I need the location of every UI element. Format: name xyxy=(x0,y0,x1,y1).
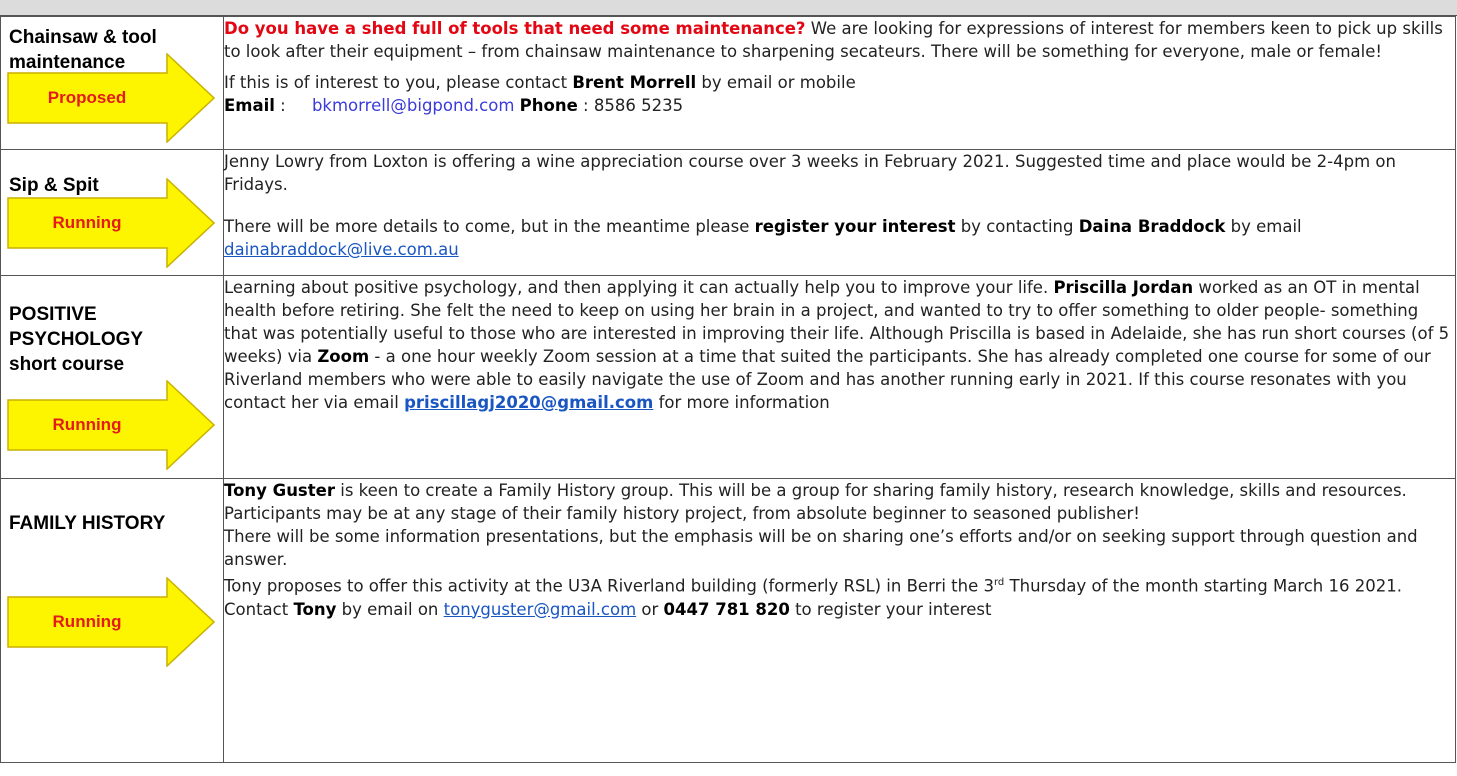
contact-paragraph: Tony proposes to offer this activity at … xyxy=(224,576,1402,619)
course-description-cell: Do you have a shed full of tools that ne… xyxy=(223,16,1456,150)
email-link[interactable]: dainabraddock@live.com.au xyxy=(224,240,459,259)
course-description-cell: Jenny Lowry from Loxton is offering a wi… xyxy=(223,149,1456,276)
email-link[interactable]: bkmorrell@bigpond.com xyxy=(312,96,514,115)
contact-details: Email : bkmorrell@bigpond.com Phone : 85… xyxy=(224,96,684,115)
table-row: FAMILY HISTORY Running Tony Guster is ke… xyxy=(0,478,1456,763)
email-link[interactable]: tonyguster@gmail.com xyxy=(444,600,637,619)
status-badge: Running xyxy=(52,612,122,631)
status-badge: Proposed xyxy=(47,88,127,107)
contact-name: Tony Guster xyxy=(224,481,335,500)
lead-question: Do you have a shed full of tools that ne… xyxy=(224,19,806,38)
top-header-strip xyxy=(0,0,1457,16)
course-title: POSITIVE PSYCHOLOGY short course xyxy=(9,304,144,375)
contact-name: Priscilla Jordan xyxy=(1053,278,1194,297)
email-link[interactable]: priscillagj2020@gmail.com xyxy=(404,393,653,412)
course-title-cell: POSITIVE PSYCHOLOGY short course Running xyxy=(0,275,224,479)
description-paragraph: There will be some information presentat… xyxy=(224,527,1418,569)
status-arrow: Running xyxy=(7,178,215,268)
course-title: FAMILY HISTORY xyxy=(9,513,166,534)
status-arrow: Running xyxy=(7,380,215,470)
table-row: Chainsaw & tool maintenance Proposed Do y… xyxy=(0,16,1456,150)
status-badge: Running xyxy=(52,415,122,434)
description-paragraph: Learning about positive psychology, and … xyxy=(224,278,1450,412)
course-table: Chainsaw & tool maintenance Proposed Do y… xyxy=(0,16,1456,763)
table-row: POSITIVE PSYCHOLOGY short course Running L… xyxy=(0,275,1456,479)
status-arrow: Proposed xyxy=(7,53,215,143)
table-row: Sip & Spit Running Jenny Lowry from Loxt… xyxy=(0,149,1456,276)
phone-number: 0447 781 820 xyxy=(663,599,790,619)
course-description-cell: Tony Guster is keen to create a Family H… xyxy=(223,478,1456,763)
status-badge: Running xyxy=(52,213,122,232)
description-paragraph: Tony Guster is keen to create a Family H… xyxy=(224,481,1407,523)
contact-name: Brent Morrell xyxy=(572,73,697,92)
description-paragraph: Do you have a shed full of tools that ne… xyxy=(224,19,1443,61)
phone-number: 8586 5235 xyxy=(593,96,684,115)
course-description-cell: Learning about positive psychology, and … xyxy=(223,275,1456,479)
course-title-cell: Sip & Spit Running xyxy=(0,149,224,276)
description-paragraph: Jenny Lowry from Loxton is offering a wi… xyxy=(224,152,1396,194)
contact-name: Daina Braddock xyxy=(1078,217,1226,236)
contact-paragraph: If this is of interest to you, please co… xyxy=(224,73,856,92)
course-title-cell: FAMILY HISTORY Running xyxy=(0,478,224,763)
course-title-cell: Chainsaw & tool maintenance Proposed xyxy=(0,16,224,150)
status-arrow: Running xyxy=(7,577,215,667)
contact-paragraph: There will be more details to come, but … xyxy=(224,217,1302,259)
